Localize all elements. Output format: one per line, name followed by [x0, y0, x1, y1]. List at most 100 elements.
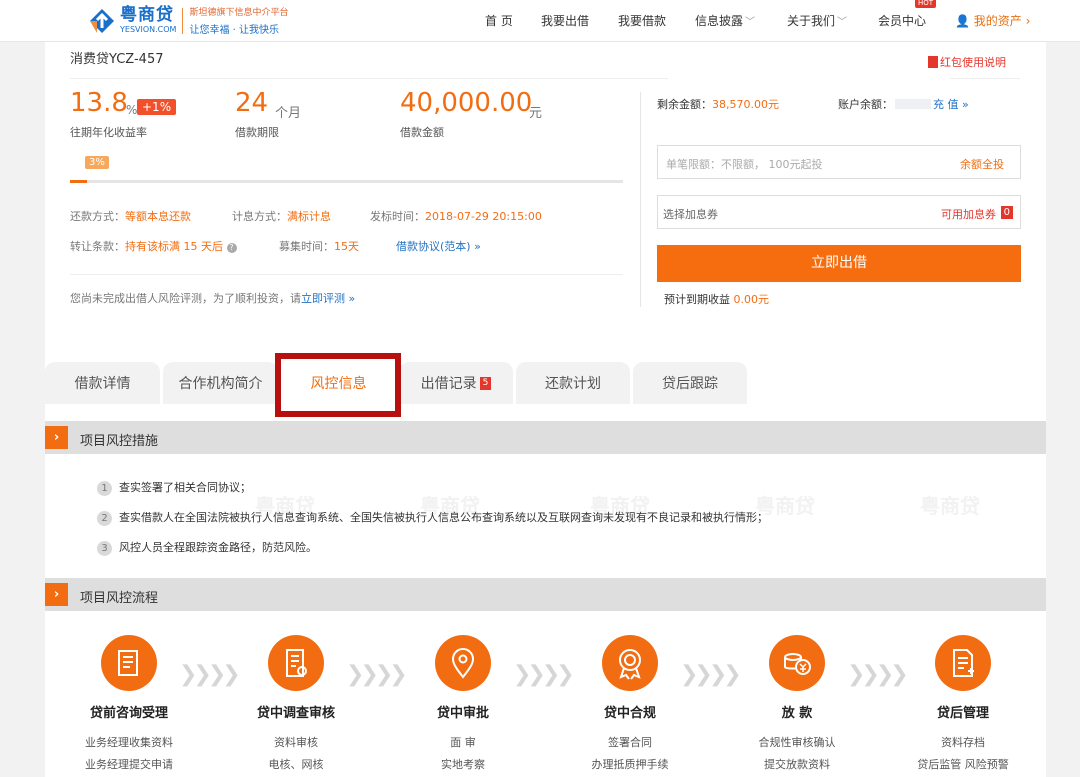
process-step-detail: 提交放款资料 — [764, 758, 830, 771]
tab-loan-details[interactable]: 借款详情 — [45, 362, 160, 404]
balance-label: 账户余额： — [838, 98, 893, 111]
risk-measure-item: 3 风控人员全程跟踪资金路径，防范风险。 — [97, 539, 317, 556]
loan-card: 消费贷YCZ-457 红包使用说明 13.8 % +1% 往期年化收益率 24 … — [45, 42, 1046, 346]
progress-fill — [70, 180, 87, 183]
process-step-detail: 办理抵质押手续 — [591, 758, 669, 771]
amount-unit: 元 — [529, 106, 543, 121]
tab-repayment-plan[interactable]: 还款计划 — [516, 362, 630, 404]
rate-label: 往期年化收益率 — [70, 126, 147, 139]
process-step-title: 贷中调查审核 — [256, 706, 335, 721]
transfer-label: 转让条款： — [70, 240, 125, 253]
highlight-annotation-box — [275, 353, 401, 417]
balance-blurred — [895, 99, 931, 109]
hot-badge: HOT — [915, 0, 937, 8]
risk-eval-link[interactable]: 立即评测 » — [301, 292, 355, 305]
nav-borrow[interactable]: 我要借款 — [618, 12, 666, 29]
process-step-detail: 贷后监管 风险预警 — [917, 758, 1009, 771]
risk-notice: 您尚未完成出借人风险评测，为了顺利投资，请 — [70, 292, 301, 305]
document-add-icon — [935, 635, 991, 691]
nav-my-assets-label: 我的资产 — [973, 14, 1022, 28]
process-step-detail: 电核、网核 — [268, 758, 324, 771]
term-label: 借款期限 — [235, 126, 279, 139]
chevron-down-icon: ﹀ — [837, 17, 848, 28]
chevron-down-icon: ﹀ — [745, 17, 756, 28]
recharge-link[interactable]: 充 值 » — [933, 98, 969, 111]
location-pin-icon — [435, 635, 491, 691]
loan-name: 消费贷YCZ-457 — [70, 52, 164, 67]
redpack-link-label: 红包使用说明 — [940, 56, 1006, 69]
site-logo[interactable]: 粤商贷 YESVION.COM 斯坦德旗下信息中介平台 让您幸福 · 让我快乐 — [88, 5, 288, 36]
invest-amount-field[interactable]: 单笔限额：不限额， 100元起投 余额全投 — [657, 145, 1021, 179]
document-review-icon — [268, 635, 324, 691]
invest-records-badge: 5 — [479, 376, 492, 390]
nav-invest[interactable]: 我要出借 — [541, 12, 589, 29]
rate-bonus-badge: +1% — [137, 99, 177, 115]
tab-invest-records[interactable]: 出借记录 5 — [399, 362, 513, 404]
process-arrows-icon: ❯❯❯❯ — [680, 662, 742, 687]
expected-value: 0.00元 — [733, 293, 770, 306]
logo-mark-icon — [88, 7, 116, 35]
nav-about-label: 关于我们 — [787, 14, 836, 28]
risk-measures-title: 项目风控措施 — [80, 434, 159, 449]
raise-value: 15天 — [334, 240, 359, 253]
expected-label: 预计到期收益 — [664, 293, 730, 306]
item-number: 1 — [97, 481, 112, 496]
risk-process-header: › 项目风控流程 — [45, 578, 1046, 611]
process-step-title: 贷前咨询受理 — [89, 706, 168, 721]
process-arrows-icon: ❯❯❯❯ — [346, 662, 408, 687]
nav-home[interactable]: 首 页 — [485, 12, 513, 29]
process-arrows-icon: ❯❯❯❯ — [179, 662, 241, 687]
process-step-detail: 业务经理提交申请 — [85, 758, 173, 771]
remain-value: 38,570.00元 — [712, 98, 779, 111]
process-arrows-icon: ❯❯❯❯ — [513, 662, 575, 687]
tab-invest-records-label: 出借记录 — [420, 376, 477, 392]
remain-label: 剩余金额： — [657, 98, 712, 111]
redpack-link[interactable]: 红包使用说明 — [928, 54, 1006, 70]
top-navigation-bar: 粤商贷 YESVION.COM 斯坦德旗下信息中介平台 让您幸福 · 让我快乐 … — [0, 0, 1080, 42]
risk-measures-header: › 项目风控措施 — [45, 421, 1046, 454]
nav-member-center[interactable]: 会员中心 — [878, 12, 926, 29]
process-step-detail: 实地考察 — [441, 758, 485, 771]
help-icon[interactable]: ? — [226, 243, 237, 253]
term-unit: 个月 — [275, 106, 302, 121]
nav-disclosure-label: 信息披露 — [695, 14, 744, 28]
slogan-bottom: 让您幸福 · 让我快乐 — [189, 25, 280, 36]
nav-my-assets[interactable]: 👤 我的资产 › — [955, 12, 1030, 29]
risk-measure-item: 2 查实借款人在全国法院被执行人信息查询系统、全国失信被执行人信息公布查询系统以及… — [97, 509, 768, 526]
interest-label: 计息方式： — [232, 210, 287, 223]
red-envelope-icon — [928, 56, 938, 68]
process-step-title: 贷中审批 — [436, 706, 489, 721]
repay-label: 还款方式： — [70, 210, 125, 223]
chevron-right-icon: › — [45, 583, 68, 606]
nav-disclosure[interactable]: 信息披露 ﹀ — [695, 12, 755, 29]
chevron-right-icon: › — [1025, 14, 1031, 28]
medal-icon — [602, 635, 658, 691]
tab-partner-intro[interactable]: 合作机构简介 — [163, 362, 278, 404]
all-in-button[interactable]: 余额全投 — [960, 156, 1004, 172]
risk-process-title: 项目风控流程 — [80, 591, 159, 606]
item-text: 查实借款人在全国法院被执行人信息查询系统、全国失信被执行人信息公布查询系统以及互… — [119, 511, 768, 524]
process-step-title: 放 款 — [781, 706, 813, 721]
item-text: 风控人员全程跟踪资金路径，防范风险。 — [119, 541, 317, 554]
item-text: 查实签署了相关合同协议； — [119, 481, 251, 494]
process-arrows-icon: ❯❯❯❯ — [847, 662, 909, 687]
nav-about[interactable]: 关于我们 ﹀ — [787, 12, 847, 29]
invest-amount-placeholder: 单笔限额：不限额， 100元起投 — [666, 158, 823, 171]
coupon-select[interactable]: 选择加息券 可用加息券 0 — [657, 195, 1021, 229]
coupon-count-badge: 0 — [1000, 206, 1013, 219]
agreement-link[interactable]: 借款协议(范本) » — [396, 238, 481, 254]
tab-post-loan[interactable]: 贷后跟踪 — [633, 362, 747, 404]
brand-domain: YESVION.COM — [120, 25, 177, 34]
process-step-title: 贷中合规 — [603, 706, 656, 721]
progress-track — [70, 180, 623, 183]
risk-measure-item: 1 查实签署了相关合同协议； — [97, 479, 251, 496]
process-step-detail: 业务经理收集资料 — [85, 736, 173, 749]
scroll-icon — [101, 635, 157, 691]
process-step-detail: 资料存档 — [941, 736, 985, 749]
amount-value: 40,000.00 — [400, 88, 533, 118]
coupon-available: 可用加息券 — [941, 208, 996, 221]
interest-value: 满标计息 — [287, 210, 331, 223]
user-icon: 👤 — [955, 14, 970, 28]
publish-label: 发标时间： — [370, 210, 425, 223]
invest-now-button[interactable]: 立即出借 — [657, 245, 1021, 282]
